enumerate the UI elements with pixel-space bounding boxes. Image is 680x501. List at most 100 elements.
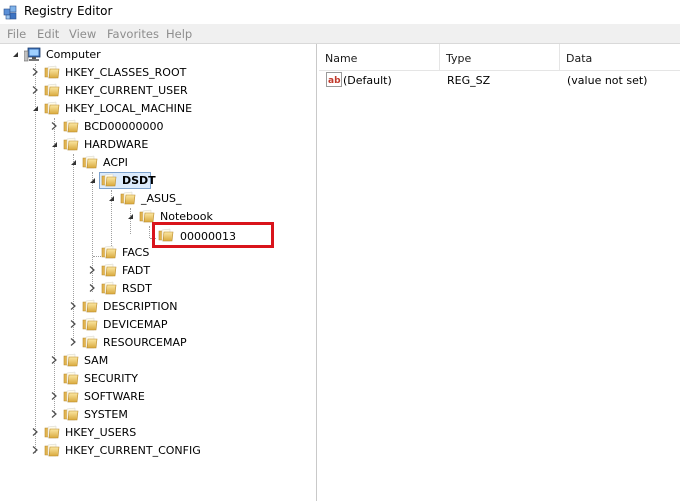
tree-label: Computer [46, 48, 101, 61]
expand-closed-icon[interactable] [50, 356, 58, 364]
values-list[interactable]: Name Type Data ab (Default) REG_SZ (valu… [319, 44, 680, 501]
expand-closed-icon[interactable] [69, 302, 77, 310]
registry-editor-icon [3, 5, 17, 20]
folder-icon [101, 173, 117, 187]
folder-icon [120, 191, 136, 205]
tree-node-hardware[interactable]: HARDWARE [0, 136, 316, 154]
folder-icon [63, 119, 79, 133]
expand-open-icon[interactable] [126, 212, 134, 220]
expand-closed-icon[interactable] [69, 338, 77, 346]
menu-bar: File Edit View Favorites Help [0, 24, 680, 44]
expand-closed-icon[interactable] [69, 320, 77, 328]
computer-icon [24, 47, 41, 62]
tree-node-description[interactable]: DESCRIPTION [0, 298, 316, 316]
tree-label: HARDWARE [84, 138, 149, 151]
tree-label: DESCRIPTION [103, 300, 178, 313]
tree-label: RESOURCEMAP [103, 336, 187, 349]
menu-view[interactable]: View [69, 27, 96, 41]
tree-label: ACPI [103, 156, 128, 169]
expand-open-icon[interactable] [31, 104, 39, 112]
tree-node-security[interactable]: SECURITY [0, 370, 316, 388]
menu-favorites[interactable]: Favorites [107, 27, 159, 41]
expand-closed-icon[interactable] [31, 428, 39, 436]
tree-label: _ASUS_ [141, 192, 182, 205]
tree-label: HKEY_CURRENT_USER [65, 84, 188, 97]
tree-label: FADT [122, 264, 151, 277]
expand-open-icon[interactable] [50, 140, 58, 148]
tree-label: BCD00000000 [84, 120, 164, 133]
tree-node-hkey-classes-root[interactable]: HKEY_CLASSES_ROOT [0, 64, 316, 82]
folder-icon [82, 299, 98, 313]
folder-icon [63, 389, 79, 403]
folder-icon [82, 317, 98, 331]
expand-open-icon[interactable] [107, 194, 115, 202]
expand-open-icon[interactable] [69, 158, 77, 166]
folder-icon [44, 65, 60, 79]
tree-label: HKEY_LOCAL_MACHINE [65, 102, 193, 115]
tree-node-acpi[interactable]: ACPI [0, 154, 316, 172]
tree-label: DEVICEMAP [103, 318, 168, 331]
folder-icon [44, 425, 60, 439]
expand-open-icon[interactable] [88, 176, 96, 184]
expand-closed-icon[interactable] [50, 410, 58, 418]
tree-label: HKEY_CLASSES_ROOT [65, 66, 187, 79]
column-header-data[interactable]: Data [560, 44, 680, 70]
tree-node-rsdt[interactable]: RSDT [0, 280, 316, 298]
menu-file[interactable]: File [7, 27, 26, 41]
tree-node-software[interactable]: SOFTWARE [0, 388, 316, 406]
tree-node-computer[interactable]: Computer [0, 46, 316, 64]
value-type: REG_SZ [447, 74, 491, 87]
tree-node-resourcemap[interactable]: RESOURCEMAP [0, 334, 316, 352]
tree-node-hkey-users[interactable]: HKEY_USERS [0, 424, 316, 442]
folder-icon [101, 281, 117, 295]
tree-node-bcd[interactable]: BCD00000000 [0, 118, 316, 136]
folder-icon [63, 137, 79, 151]
folder-icon [44, 443, 60, 457]
tree-node-dsdt[interactable]: DSDT [0, 172, 316, 190]
value-data: (value not set) [567, 74, 648, 87]
tree-label: SAM [84, 354, 109, 367]
value-row[interactable]: ab (Default) REG_SZ (value not set) [319, 71, 680, 89]
tree-label: HKEY_USERS [65, 426, 137, 439]
expand-closed-icon[interactable] [31, 86, 39, 94]
expand-open-icon[interactable] [11, 50, 19, 58]
folder-icon [63, 353, 79, 367]
tree-node-sam[interactable]: SAM [0, 352, 316, 370]
tree-label: DSDT [122, 174, 156, 187]
tree-node-system[interactable]: SYSTEM [0, 406, 316, 424]
tree-node-hkey-local-machine[interactable]: HKEY_LOCAL_MACHINE [0, 100, 316, 118]
expand-closed-icon[interactable] [50, 392, 58, 400]
tree-label: SOFTWARE [84, 390, 145, 403]
column-header-row: Name Type Data [319, 44, 680, 71]
menu-help[interactable]: Help [166, 27, 192, 41]
tree-node-devicemap[interactable]: DEVICEMAP [0, 316, 316, 334]
folder-icon [44, 83, 60, 97]
tree-node-asus[interactable]: _ASUS_ [0, 190, 316, 208]
tree-label: HKEY_CURRENT_CONFIG [65, 444, 201, 457]
tree-node-fadt[interactable]: FADT [0, 262, 316, 280]
expand-closed-icon[interactable] [88, 284, 96, 292]
tree-label: RSDT [122, 282, 152, 295]
expand-closed-icon[interactable] [50, 122, 58, 130]
menu-edit[interactable]: Edit [37, 27, 59, 41]
registry-tree[interactable]: Computer HKEY_CLASSES_ROOT HKEY_CURRENT_… [0, 44, 317, 501]
column-header-type[interactable]: Type [440, 44, 560, 70]
tree-label: SECURITY [84, 372, 138, 385]
expand-closed-icon[interactable] [88, 266, 96, 274]
tree-node-hkey-current-user[interactable]: HKEY_CURRENT_USER [0, 82, 316, 100]
tree-label: SYSTEM [84, 408, 128, 421]
expand-closed-icon[interactable] [31, 68, 39, 76]
folder-icon [101, 245, 117, 259]
tree-node-hkey-current-config[interactable]: HKEY_CURRENT_CONFIG [0, 442, 316, 460]
tree-label: FACS [122, 246, 150, 259]
title-bar: Registry Editor [0, 0, 680, 24]
expand-closed-icon[interactable] [31, 446, 39, 454]
folder-icon [82, 155, 98, 169]
folder-icon [63, 407, 79, 421]
folder-icon [101, 263, 117, 277]
folder-icon [82, 335, 98, 349]
folder-icon [44, 101, 60, 115]
folder-icon [139, 209, 155, 223]
folder-icon [63, 371, 79, 385]
column-header-name[interactable]: Name [319, 44, 440, 70]
